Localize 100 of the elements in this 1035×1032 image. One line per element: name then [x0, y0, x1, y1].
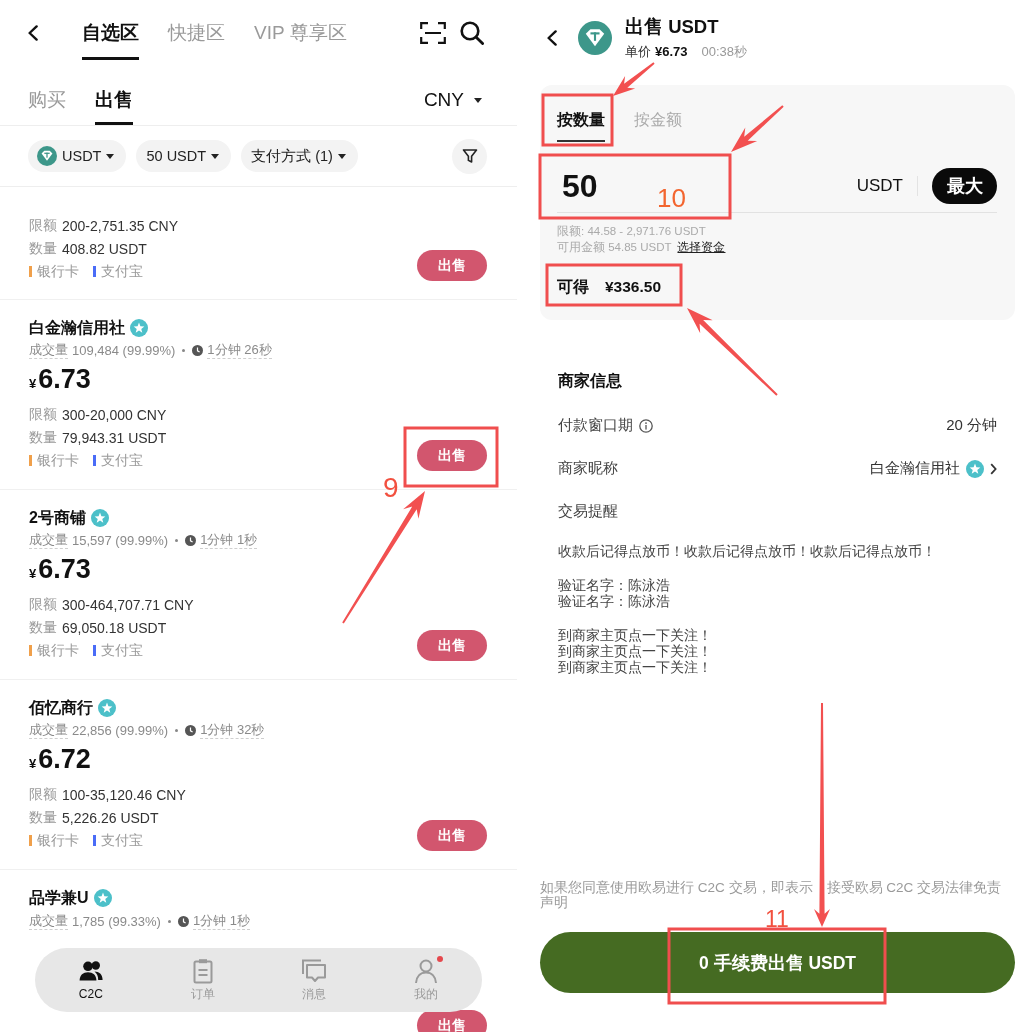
row-value: 20 分钟	[946, 416, 997, 435]
coin-icon	[578, 21, 612, 55]
limit-label: 限额	[29, 595, 57, 614]
price: 6.73	[38, 364, 91, 394]
quantity-value: 79,943.31 USDT	[62, 429, 167, 446]
caret-icon	[474, 97, 482, 103]
separator-dot-icon	[182, 349, 186, 352]
amount-unit: USDT	[856, 176, 903, 196]
row-label: 付款窗口期	[558, 416, 633, 435]
currency-symbol: ¥	[29, 756, 37, 771]
payment-method: 银行卡	[37, 262, 79, 281]
filter-icon	[461, 148, 478, 164]
limit-note: 限额: 44.58 - 2,971.76 USDT	[557, 224, 706, 239]
section-title: 商家信息	[558, 371, 622, 391]
page-title: 出售 USDT	[625, 15, 720, 38]
chevron-right-icon[interactable]	[990, 462, 997, 475]
countdown-timer: 00:38秒	[701, 42, 748, 61]
unit-price: ¥6.73	[655, 42, 688, 61]
step-number: 9	[383, 478, 399, 498]
receive-label: 可得	[557, 277, 589, 297]
remark-line: 收款后记得点放币！收款后记得点放币！收款后记得点放币！	[558, 544, 936, 560]
choose-funds-link[interactable]: 选择资金	[677, 239, 726, 255]
filter-chip[interactable]: USDT	[28, 140, 127, 172]
back-icon[interactable]	[28, 25, 38, 41]
trade-volume: 109,484 (99.99%)	[72, 343, 176, 358]
step-number: 11	[765, 911, 789, 928]
filter-chip[interactable]: 50 USDT	[136, 140, 232, 172]
quantity-label: 数量	[29, 808, 57, 827]
sell-button[interactable]: 出售	[417, 820, 487, 851]
quantity-label: 数量	[29, 239, 57, 258]
trade-volume-label: 成交量	[29, 342, 68, 359]
category-tab[interactable]: 自选区	[82, 0, 139, 60]
available-balance: 可用金额 54.85 USDT	[557, 240, 672, 255]
search-icon[interactable]	[460, 21, 484, 45]
limit-label: 限额	[29, 405, 57, 424]
payment-method: 支付宝	[101, 451, 143, 470]
mode-tab[interactable]: 按数量	[557, 95, 605, 142]
merchant-link[interactable]: 白金瀚信用社	[870, 459, 960, 478]
clock-icon	[177, 915, 189, 927]
payment-time: 1分钟 26秒	[207, 342, 272, 359]
remark-line: 验证名字：陈泳浩	[558, 578, 670, 594]
quantity-label: 数量	[29, 428, 57, 447]
limit-value: 200-2,751.35 CNY	[62, 217, 178, 234]
remark-line: 验证名字：陈泳浩	[558, 594, 670, 610]
back-icon[interactable]	[547, 30, 557, 46]
separator-dot-icon	[175, 729, 179, 732]
sell-button[interactable]: 出售	[417, 630, 487, 661]
sell-submit-button[interactable]: 0 手续费出售 USDT	[540, 932, 1015, 993]
limit-value: 100-35,120.46 CNY	[62, 786, 186, 803]
payment-method: 支付宝	[101, 831, 143, 850]
clock-icon	[192, 345, 204, 356]
filter-chip[interactable]: 支付方式 (1)	[241, 140, 358, 172]
max-button[interactable]: 最大	[932, 168, 997, 204]
quantity-value: 69,050.18 USDT	[62, 619, 167, 636]
sell-button[interactable]: 出售	[417, 1010, 487, 1032]
row-label: 商家昵称	[558, 459, 618, 478]
clock-icon	[185, 725, 197, 736]
receive-amount: ¥336.50	[605, 277, 662, 297]
coin-icon	[37, 146, 57, 166]
merchant-name[interactable]: 佰忆商行	[29, 697, 93, 719]
step-number: 10	[657, 189, 686, 208]
nav-item[interactable]: C2C	[35, 948, 147, 1012]
caret-icon	[337, 153, 346, 159]
amount-field[interactable]: 50	[557, 167, 652, 205]
payment-method: 银行卡	[37, 451, 79, 470]
payment-time: 1分钟 32秒	[200, 722, 265, 739]
quantity-value: 408.82 USDT	[62, 240, 147, 257]
annotation-arrow	[613, 62, 655, 96]
remark-line: 到商家主页点一下关注！	[558, 644, 712, 660]
scan-icon[interactable]	[420, 22, 446, 44]
info-icon[interactable]	[639, 418, 653, 433]
merchant-name[interactable]: 白金瀚信用社	[29, 317, 125, 339]
payment-method: 支付宝	[101, 641, 143, 660]
trade-volume: 1,785 (99.33%)	[72, 913, 161, 929]
payment-method: 银行卡	[37, 831, 79, 850]
people-icon	[77, 958, 104, 984]
clock-icon	[185, 535, 197, 546]
limit-value: 300-20,000 CNY	[62, 406, 167, 423]
unit-price-label: 单价	[625, 42, 651, 61]
caret-icon	[211, 153, 220, 159]
trade-tab[interactable]: 出售	[95, 66, 133, 125]
filter-button[interactable]	[452, 138, 487, 174]
limit-label: 限额	[29, 216, 57, 235]
trade-volume: 15,597 (99.99%)	[72, 533, 169, 548]
sell-button[interactable]: 出售	[417, 440, 487, 471]
merchant-name[interactable]: 品学兼U	[29, 887, 89, 909]
annotation-arrow	[731, 105, 784, 152]
currency-selector[interactable]: CNY	[423, 88, 482, 112]
limit-value: 300-464,707.71 CNY	[62, 596, 194, 613]
trade-volume-label: 成交量	[29, 722, 68, 739]
quantity-value: 5,226.26 USDT	[62, 809, 159, 826]
person-icon	[413, 958, 440, 984]
sell-button[interactable]: 出售	[417, 250, 487, 281]
merchant-name[interactable]: 2号商铺	[29, 507, 86, 529]
remark-line: 到商家主页点一下关注！	[558, 628, 712, 644]
payment-method: 银行卡	[37, 641, 79, 660]
caret-icon	[106, 153, 115, 159]
separator-dot-icon	[167, 919, 171, 923]
currency-symbol: ¥	[29, 566, 37, 581]
row-label: 交易提醒	[558, 502, 618, 521]
